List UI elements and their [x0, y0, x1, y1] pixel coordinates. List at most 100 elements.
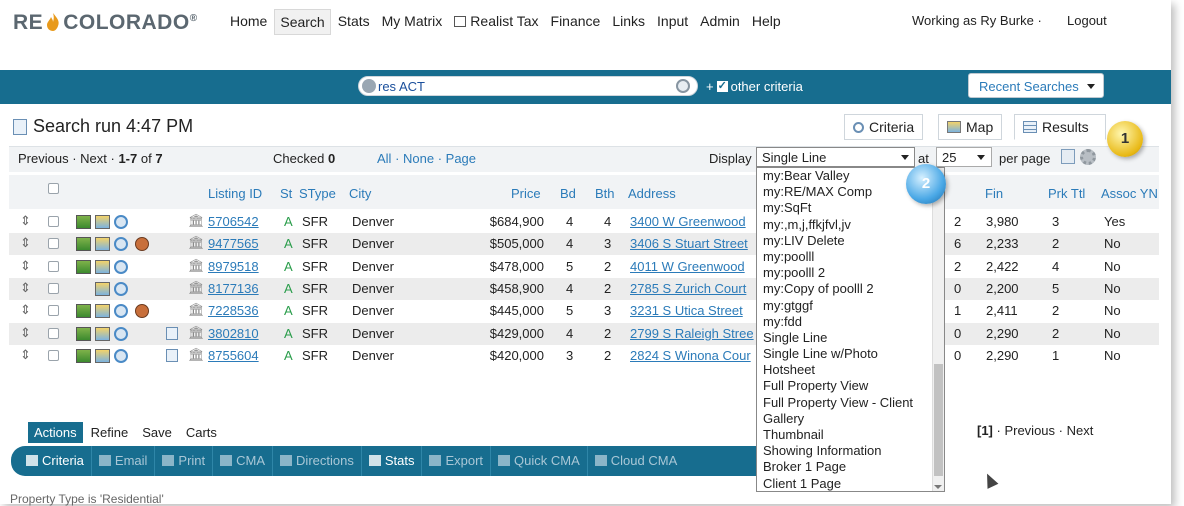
working-as-label[interactable]: Working as Ry Burke ·: [912, 13, 1042, 28]
scroll-down-icon[interactable]: [934, 485, 942, 489]
reorder-icon[interactable]: ⇕: [20, 258, 32, 273]
col-bd[interactable]: Bd: [560, 186, 576, 201]
reorder-icon[interactable]: ⇕: [20, 325, 32, 340]
address-link[interactable]: 2824 S Winona Cour: [630, 348, 751, 363]
map-icon[interactable]: [95, 259, 110, 274]
col-listing-id[interactable]: Listing ID: [208, 186, 262, 201]
row-checkbox[interactable]: [48, 238, 59, 250]
logout-link[interactable]: Logout: [1067, 13, 1107, 28]
display-option[interactable]: Showing Information: [757, 443, 944, 459]
address-link[interactable]: 3406 S Stuart Street: [630, 236, 748, 251]
history-icon[interactable]: [114, 348, 128, 363]
tax-record-icon[interactable]: 🏛: [188, 258, 205, 273]
reorder-icon[interactable]: ⇕: [20, 236, 32, 250]
select-page-link[interactable]: Page: [446, 151, 476, 166]
col-stype[interactable]: SType: [299, 186, 336, 201]
photo-icon[interactable]: [76, 326, 91, 341]
quick-cma-button[interactable]: Quick CMA: [491, 446, 588, 476]
reorder-icon[interactable]: ⇕: [20, 280, 32, 295]
nav-finance[interactable]: Finance: [546, 9, 606, 35]
per-page-select[interactable]: 25: [936, 147, 992, 167]
display-option[interactable]: Full Property View - Client: [757, 395, 944, 411]
select-all-link[interactable]: All: [377, 151, 391, 166]
photo-icon[interactable]: [76, 259, 91, 274]
nav-search[interactable]: Search: [274, 9, 331, 35]
col-fin[interactable]: Fin: [985, 186, 1003, 201]
dropdown-scrollbar[interactable]: [932, 168, 944, 491]
display-option[interactable]: Client 1 Page: [757, 476, 944, 491]
other-criteria-checkbox[interactable]: [716, 79, 728, 92]
tab-results[interactable]: Results: [1014, 114, 1106, 140]
display-option[interactable]: Thumbnail: [757, 427, 944, 443]
display-option[interactable]: Gallery: [757, 411, 944, 427]
reorder-icon[interactable]: ⇕: [20, 347, 32, 362]
address-link[interactable]: 3231 S Utica Street: [630, 303, 743, 318]
search-icon[interactable]: [676, 79, 690, 93]
photo-icon[interactable]: [76, 348, 91, 363]
col-price[interactable]: Price: [511, 186, 541, 201]
nav-admin[interactable]: Admin: [695, 9, 745, 35]
tab-criteria[interactable]: Criteria: [844, 114, 924, 140]
tax-record-icon[interactable]: 🏛: [188, 347, 205, 362]
map-icon[interactable]: [95, 215, 110, 229]
nav-links[interactable]: Links: [607, 9, 650, 35]
map-icon[interactable]: [95, 326, 110, 341]
listing-id-link[interactable]: 5706542: [208, 214, 259, 229]
stats-button[interactable]: Stats: [362, 446, 423, 476]
address-link[interactable]: 4011 W Greenwood: [630, 259, 745, 274]
copy-icon[interactable]: [166, 326, 178, 340]
tax-record-icon[interactable]: 🏛: [188, 236, 205, 250]
previous-link[interactable]: Previous: [18, 151, 69, 166]
history-icon[interactable]: [114, 326, 128, 341]
tax-record-icon[interactable]: 🏛: [188, 303, 205, 317]
nav-help[interactable]: Help: [747, 9, 786, 35]
cloud-cma-button[interactable]: Cloud CMA: [588, 446, 684, 476]
display-dropdown-list[interactable]: my:Bear Valley my:RE/MAX Comp my:SqFt my:,m…: [756, 167, 945, 492]
tax-record-icon[interactable]: 🏛: [188, 280, 205, 295]
address-link[interactable]: 3400 W Greenwood: [630, 214, 746, 229]
col-address[interactable]: Address: [628, 186, 676, 201]
col-assoc-yn[interactable]: Assoc YN: [1101, 186, 1158, 201]
display-option[interactable]: my:LIV Delete: [757, 233, 944, 249]
display-option[interactable]: Broker 1 Page: [757, 459, 944, 475]
tab-actions[interactable]: Actions: [28, 422, 83, 443]
col-city[interactable]: City: [349, 186, 371, 201]
copy-icon[interactable]: [166, 348, 178, 362]
row-checkbox[interactable]: [48, 349, 59, 361]
display-option[interactable]: Full Property View: [757, 378, 944, 394]
map-icon[interactable]: [95, 281, 110, 296]
edit-display-icon[interactable]: [1061, 149, 1075, 164]
print-button[interactable]: Print: [155, 446, 214, 476]
display-select[interactable]: Single Line: [756, 147, 915, 167]
history-icon[interactable]: [114, 259, 128, 274]
info-icon[interactable]: [362, 79, 376, 93]
select-none-link[interactable]: None: [403, 151, 434, 166]
scrollbar-thumb[interactable]: [934, 364, 943, 476]
display-option[interactable]: my:poolll: [757, 249, 944, 265]
recent-searches-dropdown[interactable]: Recent Searches: [968, 73, 1104, 98]
cma-button[interactable]: CMA: [213, 446, 274, 476]
photo-icon[interactable]: [76, 215, 91, 229]
row-checkbox[interactable]: [48, 260, 59, 272]
tab-carts[interactable]: Carts: [180, 422, 223, 443]
display-option[interactable]: my:SqFt: [757, 200, 944, 216]
tab-refine[interactable]: Refine: [85, 422, 135, 443]
history-icon[interactable]: [114, 215, 128, 229]
listing-id-link[interactable]: 8979518: [208, 259, 259, 274]
display-option[interactable]: my:poolll 2: [757, 265, 944, 281]
email-button[interactable]: Email: [92, 446, 156, 476]
row-checkbox[interactable]: [48, 282, 59, 294]
display-option[interactable]: Hotsheet: [757, 362, 944, 378]
address-link[interactable]: 2799 S Raleigh Stree: [630, 326, 754, 341]
map-icon[interactable]: [95, 237, 110, 252]
bottom-previous-link[interactable]: · Previous ·: [997, 423, 1063, 438]
directions-button[interactable]: Directions: [273, 446, 362, 476]
nav-home[interactable]: Home: [225, 9, 272, 35]
nav-stats[interactable]: Stats: [333, 9, 375, 35]
listing-id-link[interactable]: 8177136: [208, 281, 259, 296]
listing-id-link[interactable]: 3802810: [208, 326, 259, 341]
tab-save[interactable]: Save: [136, 422, 178, 443]
select-all-checkbox[interactable]: [48, 183, 59, 194]
listing-id-link[interactable]: 7228536: [208, 303, 259, 318]
row-checkbox[interactable]: [48, 216, 59, 227]
